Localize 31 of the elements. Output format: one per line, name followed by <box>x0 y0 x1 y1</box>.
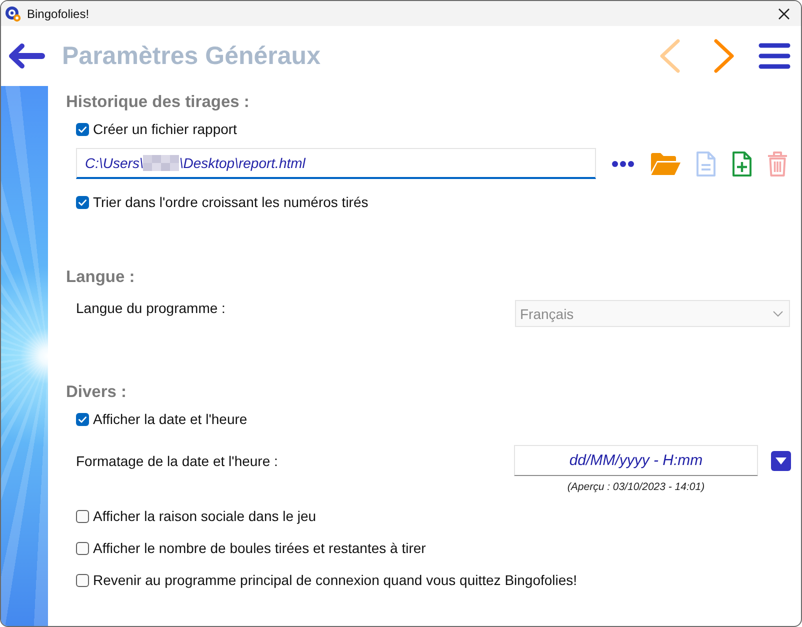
file-path-field[interactable]: C:\Users\ \Desktop\report.html <box>76 148 596 179</box>
checkbox-label[interactable]: Revenir au programme principal de connexion quand vous quittez Bingofolies! <box>93 572 578 588</box>
window-title: Bingofolies! <box>27 6 90 20</box>
document-plus-icon[interactable] <box>732 150 752 176</box>
section-heading: Langue : <box>66 267 136 288</box>
section-heading: Divers : <box>66 382 128 403</box>
checkbox[interactable] <box>76 122 89 136</box>
checkbox[interactable] <box>76 510 89 522</box>
checkbox-label[interactable]: Afficher le nombre de boules tirées et restantes à tirer <box>93 540 426 556</box>
menu-icon[interactable] <box>758 42 791 70</box>
chevron-down-icon <box>773 310 783 316</box>
date-format-field[interactable]: dd/MM/yyyy - H:mm <box>514 445 758 476</box>
checkbox[interactable] <box>76 542 89 554</box>
app-logo-icon <box>5 6 21 22</box>
checkbox[interactable] <box>76 412 89 426</box>
caret-down-icon <box>775 456 787 464</box>
field-label: Langue du programme : <box>76 300 226 317</box>
page-title: Paramètres Généraux <box>62 42 320 70</box>
checkbox-label[interactable]: Afficher la date et l'heure <box>93 411 248 427</box>
checkbox[interactable] <box>76 196 89 208</box>
section-heading: Historique des tirages : <box>66 92 250 113</box>
checkbox[interactable] <box>76 574 89 586</box>
close-icon[interactable] <box>778 8 790 20</box>
date-preview-text: (Aperçu : 03/10/2023 - 14:01) <box>567 480 705 494</box>
field-label: Formatage de la date et l'heure : <box>76 452 279 468</box>
checkbox-label[interactable]: Trier dans l'ordre croissant les numéros tirés <box>93 194 368 210</box>
checkbox-label[interactable]: Créer un fichier rapport <box>93 121 237 137</box>
more-icon[interactable] <box>612 160 634 166</box>
checkbox-label[interactable]: Afficher la raison sociale dans le jeu <box>93 508 316 524</box>
back-arrow-icon[interactable] <box>8 43 45 69</box>
format-dropdown-button[interactable] <box>771 450 791 470</box>
